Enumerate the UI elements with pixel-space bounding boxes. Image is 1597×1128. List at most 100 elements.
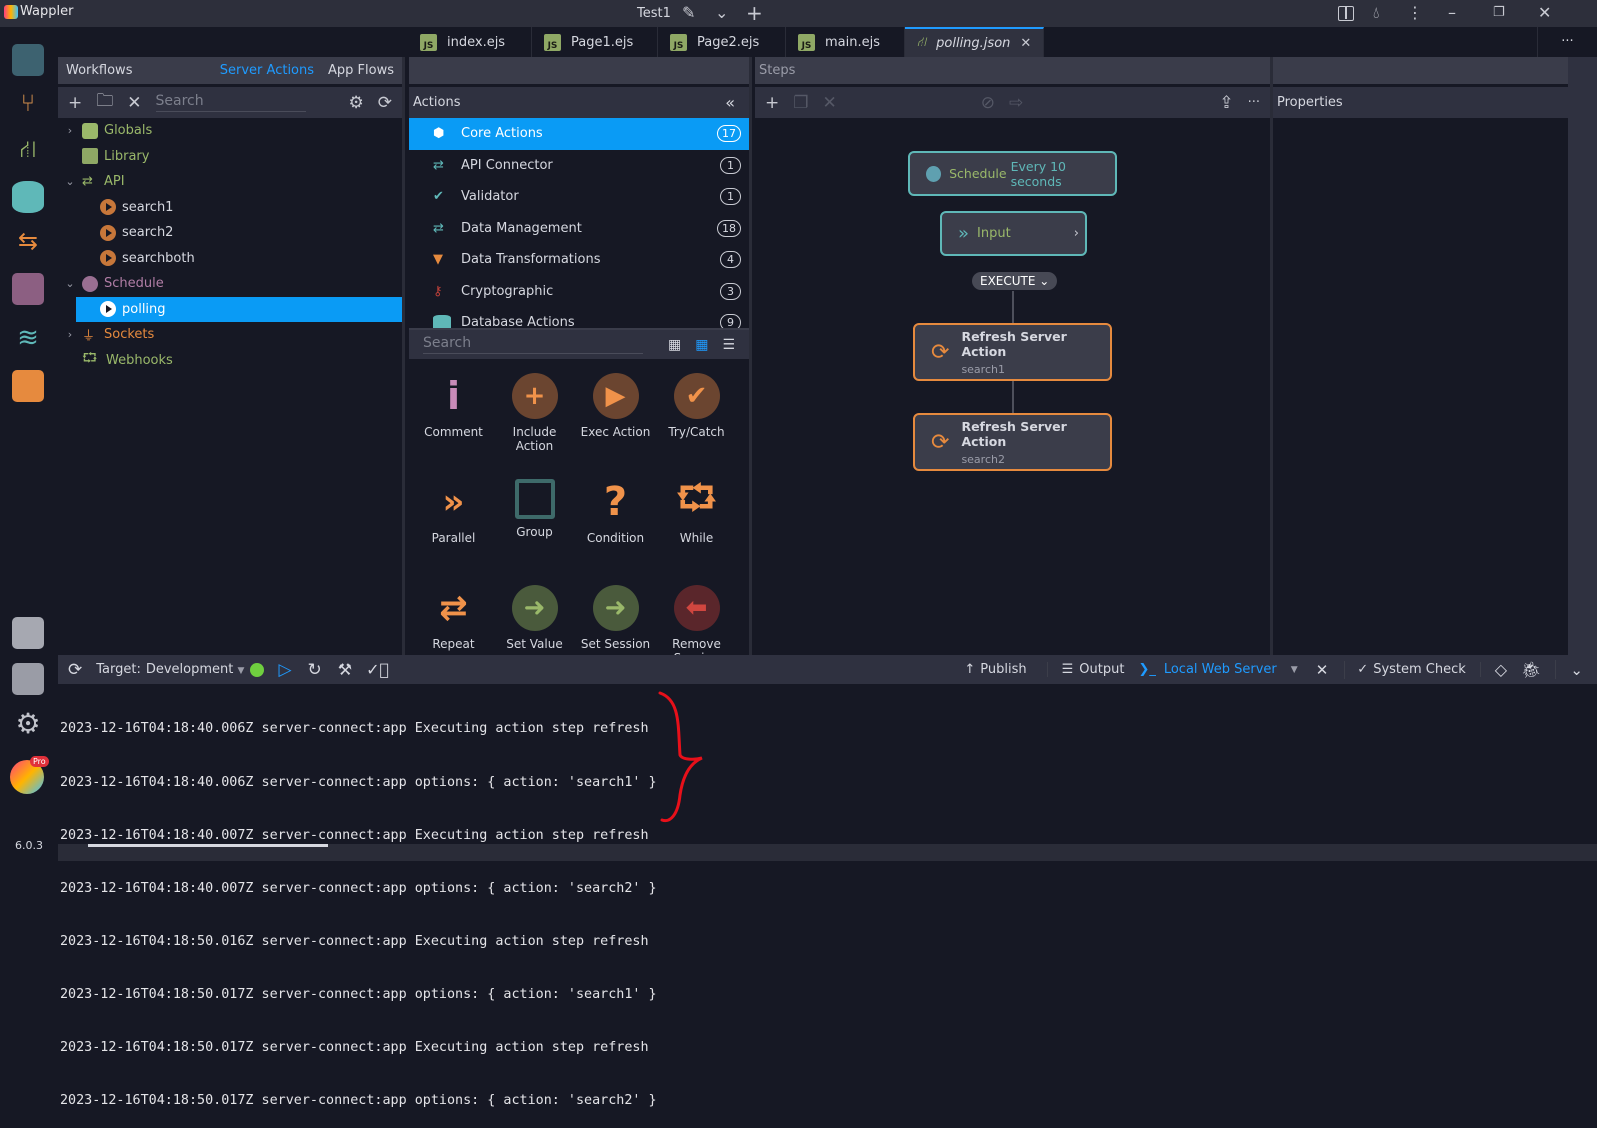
debug-bug-icon[interactable]: 🐞︎ <box>1521 660 1557 679</box>
design-palette-icon[interactable] <box>12 273 44 305</box>
chevron-right-icon[interactable]: › <box>64 328 76 341</box>
tab-server-actions[interactable]: Server Actions <box>220 63 314 78</box>
copy-icon[interactable]: ❐ <box>793 93 808 113</box>
tree-item-search1[interactable]: search1 <box>58 195 402 221</box>
tree-item-sockets[interactable]: › ⏚ Sockets <box>58 322 402 348</box>
category-core-actions[interactable]: ⬢ Core Actions 17 <box>409 118 749 150</box>
server-dropdown-icon[interactable]: ▼ <box>1291 665 1298 675</box>
more-icon[interactable]: ··· <box>1248 95 1260 110</box>
tab-index-ejs[interactable]: JS index.ejs <box>408 27 532 57</box>
system-check-button[interactable]: ✓ System Check <box>1357 662 1481 677</box>
scrollbar-thumb[interactable] <box>88 844 328 847</box>
tasks-clipboard-icon[interactable] <box>12 370 44 402</box>
share-export-icon[interactable]: ⇪ <box>1219 93 1233 113</box>
step-node[interactable]: ⟳ Refresh Server Action search1 <box>913 323 1112 381</box>
tab-main-ejs[interactable]: JS main.ejs <box>786 27 905 57</box>
input-node[interactable]: » Input › <box>940 211 1087 256</box>
refresh-icon[interactable]: ⟳ <box>68 660 82 680</box>
category-cryptographic[interactable]: ⚷ Cryptographic 3 <box>409 276 749 308</box>
step-node[interactable]: ⟳ Refresh Server Action search2 <box>913 413 1112 471</box>
tree-item-globals[interactable]: › Globals <box>58 118 402 144</box>
delete-icon[interactable]: ✕ <box>127 93 141 113</box>
plus-icon[interactable]: + <box>746 1 763 25</box>
action-set-session[interactable]: ➜ Set Session <box>575 585 656 656</box>
refresh-icon[interactable]: ⟳ <box>378 93 392 113</box>
split-view-icon[interactable] <box>1338 6 1354 21</box>
publish-button[interactable]: ↑ Publish <box>964 662 1048 677</box>
chevron-down-icon[interactable]: ⌄ <box>64 175 76 188</box>
action-group[interactable]: Group <box>494 479 575 571</box>
tree-item-polling[interactable]: polling <box>76 296 402 322</box>
pencil-icon[interactable]: ✎ <box>682 3 695 22</box>
chevron-right-icon[interactable]: › <box>64 124 76 137</box>
signpost-icon[interactable]: ⇆ <box>12 227 44 259</box>
category-validator[interactable]: ✔ Validator 1 <box>409 181 749 213</box>
list-view-icon[interactable]: ☰ <box>722 337 735 353</box>
workflow-icon[interactable]: ⛙ <box>12 135 44 167</box>
large-grid-view-icon[interactable]: ▦ <box>668 337 681 353</box>
action-condition[interactable]: ? Condition <box>575 479 656 571</box>
git-branch-icon[interactable]: ⑂ <box>12 89 44 121</box>
plugins-puzzle-icon[interactable] <box>12 663 44 695</box>
database-icon[interactable] <box>12 181 44 213</box>
action-include-action[interactable]: + Include Action <box>494 373 575 465</box>
actions-search-input[interactable]: Search <box>423 335 643 354</box>
delete-icon[interactable]: ✕ <box>823 93 837 113</box>
action-comment[interactable]: i Comment <box>413 373 494 465</box>
collapse-panel-chevron-icon[interactable]: ⌄ <box>1570 661 1583 679</box>
horizontal-scrollbar[interactable] <box>58 844 1597 861</box>
close-icon[interactable]: ✕ <box>1538 3 1551 22</box>
action-try-catch[interactable]: ✔ Try/Catch <box>656 373 737 465</box>
more-vertical-icon[interactable]: ⋮ <box>1407 3 1423 22</box>
tree-item-schedule[interactable]: ⌄ Schedule <box>58 271 402 297</box>
output-tab[interactable]: ☰ Output <box>1062 662 1125 677</box>
category-api-connector[interactable]: ⇄ API Connector 1 <box>409 150 749 182</box>
tab-app-flows[interactable]: App Flows <box>328 63 394 78</box>
move-icon[interactable]: ⇨ <box>1009 93 1023 113</box>
local-web-server-tab[interactable]: ❯_ Local Web Server <box>1138 662 1276 677</box>
category-database-actions[interactable]: Database Actions 9 <box>409 307 749 328</box>
action-exec-action[interactable]: ▶ Exec Action <box>575 373 656 465</box>
disable-icon[interactable]: ⊘ <box>981 93 995 113</box>
action-while[interactable]: ⮔ While <box>656 478 737 571</box>
tab-polling-json[interactable]: ⛙ polling.json ✕ <box>905 27 1044 57</box>
tree-item-searchboth[interactable]: searchboth <box>58 246 402 272</box>
close-output-icon[interactable]: ✕ <box>1316 660 1346 679</box>
extensions-icon[interactable] <box>12 617 44 649</box>
settings-icon[interactable]: ⚙ <box>349 93 364 113</box>
project-name[interactable]: Test1 <box>637 6 671 21</box>
add-step-icon[interactable]: + <box>765 93 779 113</box>
check-circle-icon[interactable]: ✓⃝ <box>366 660 389 679</box>
collapse-double-chevron-icon[interactable]: « <box>725 93 735 112</box>
action-repeat[interactable]: ⇄ Repeat <box>413 585 494 656</box>
restart-icon[interactable]: ↻ <box>308 660 322 680</box>
clear-eraser-icon[interactable]: ◇ <box>1495 660 1507 679</box>
tabs-more-icon[interactable]: ··· <box>1537 27 1597 57</box>
theme-drop-icon[interactable]: 💧︎ <box>1373 3 1379 23</box>
tree-item-library[interactable]: Library <box>58 144 402 170</box>
execute-dropdown[interactable]: EXECUTE ⌄ <box>972 272 1058 290</box>
build-hammer-icon[interactable]: ⚒ <box>338 660 352 679</box>
run-play-icon[interactable]: ▷ <box>278 660 291 680</box>
action-set-value[interactable]: ➜ Set Value <box>494 585 575 656</box>
minimize-icon[interactable]: – <box>1448 3 1456 22</box>
schedule-trigger-node[interactable]: Schedule Every 10 seconds <box>908 151 1117 196</box>
restore-icon[interactable]: ❐ <box>1493 5 1505 20</box>
close-tab-icon[interactable]: ✕ <box>1020 36 1031 51</box>
layers-icon[interactable]: ≋ <box>12 323 44 355</box>
action-parallel[interactable]: » Parallel <box>413 479 494 571</box>
target-select[interactable]: Development ▼ <box>146 662 245 677</box>
chevron-right-icon[interactable]: › <box>1074 226 1079 241</box>
workflows-search-input[interactable]: Search <box>155 93 306 112</box>
tree-item-search2[interactable]: search2 <box>58 220 402 246</box>
tree-item-api[interactable]: ⌄ ⇄ API <box>58 169 402 195</box>
small-grid-view-icon[interactable]: ▦ <box>695 337 708 353</box>
chevron-down-icon[interactable]: ⌄ <box>64 277 76 290</box>
pages-icon[interactable] <box>12 44 44 76</box>
action-remove-session[interactable]: ⬅ Remove Session <box>656 585 737 656</box>
chevron-down-icon[interactable]: ⌄ <box>715 3 728 22</box>
tree-item-webhooks[interactable]: ⮔ Webhooks <box>58 348 402 374</box>
settings-gear-icon[interactable]: ⚙ <box>12 707 44 740</box>
category-data-transformations[interactable]: ▼ Data Transformations 4 <box>409 244 749 276</box>
tab-page2-ejs[interactable]: JS Page2.ejs <box>658 27 786 57</box>
